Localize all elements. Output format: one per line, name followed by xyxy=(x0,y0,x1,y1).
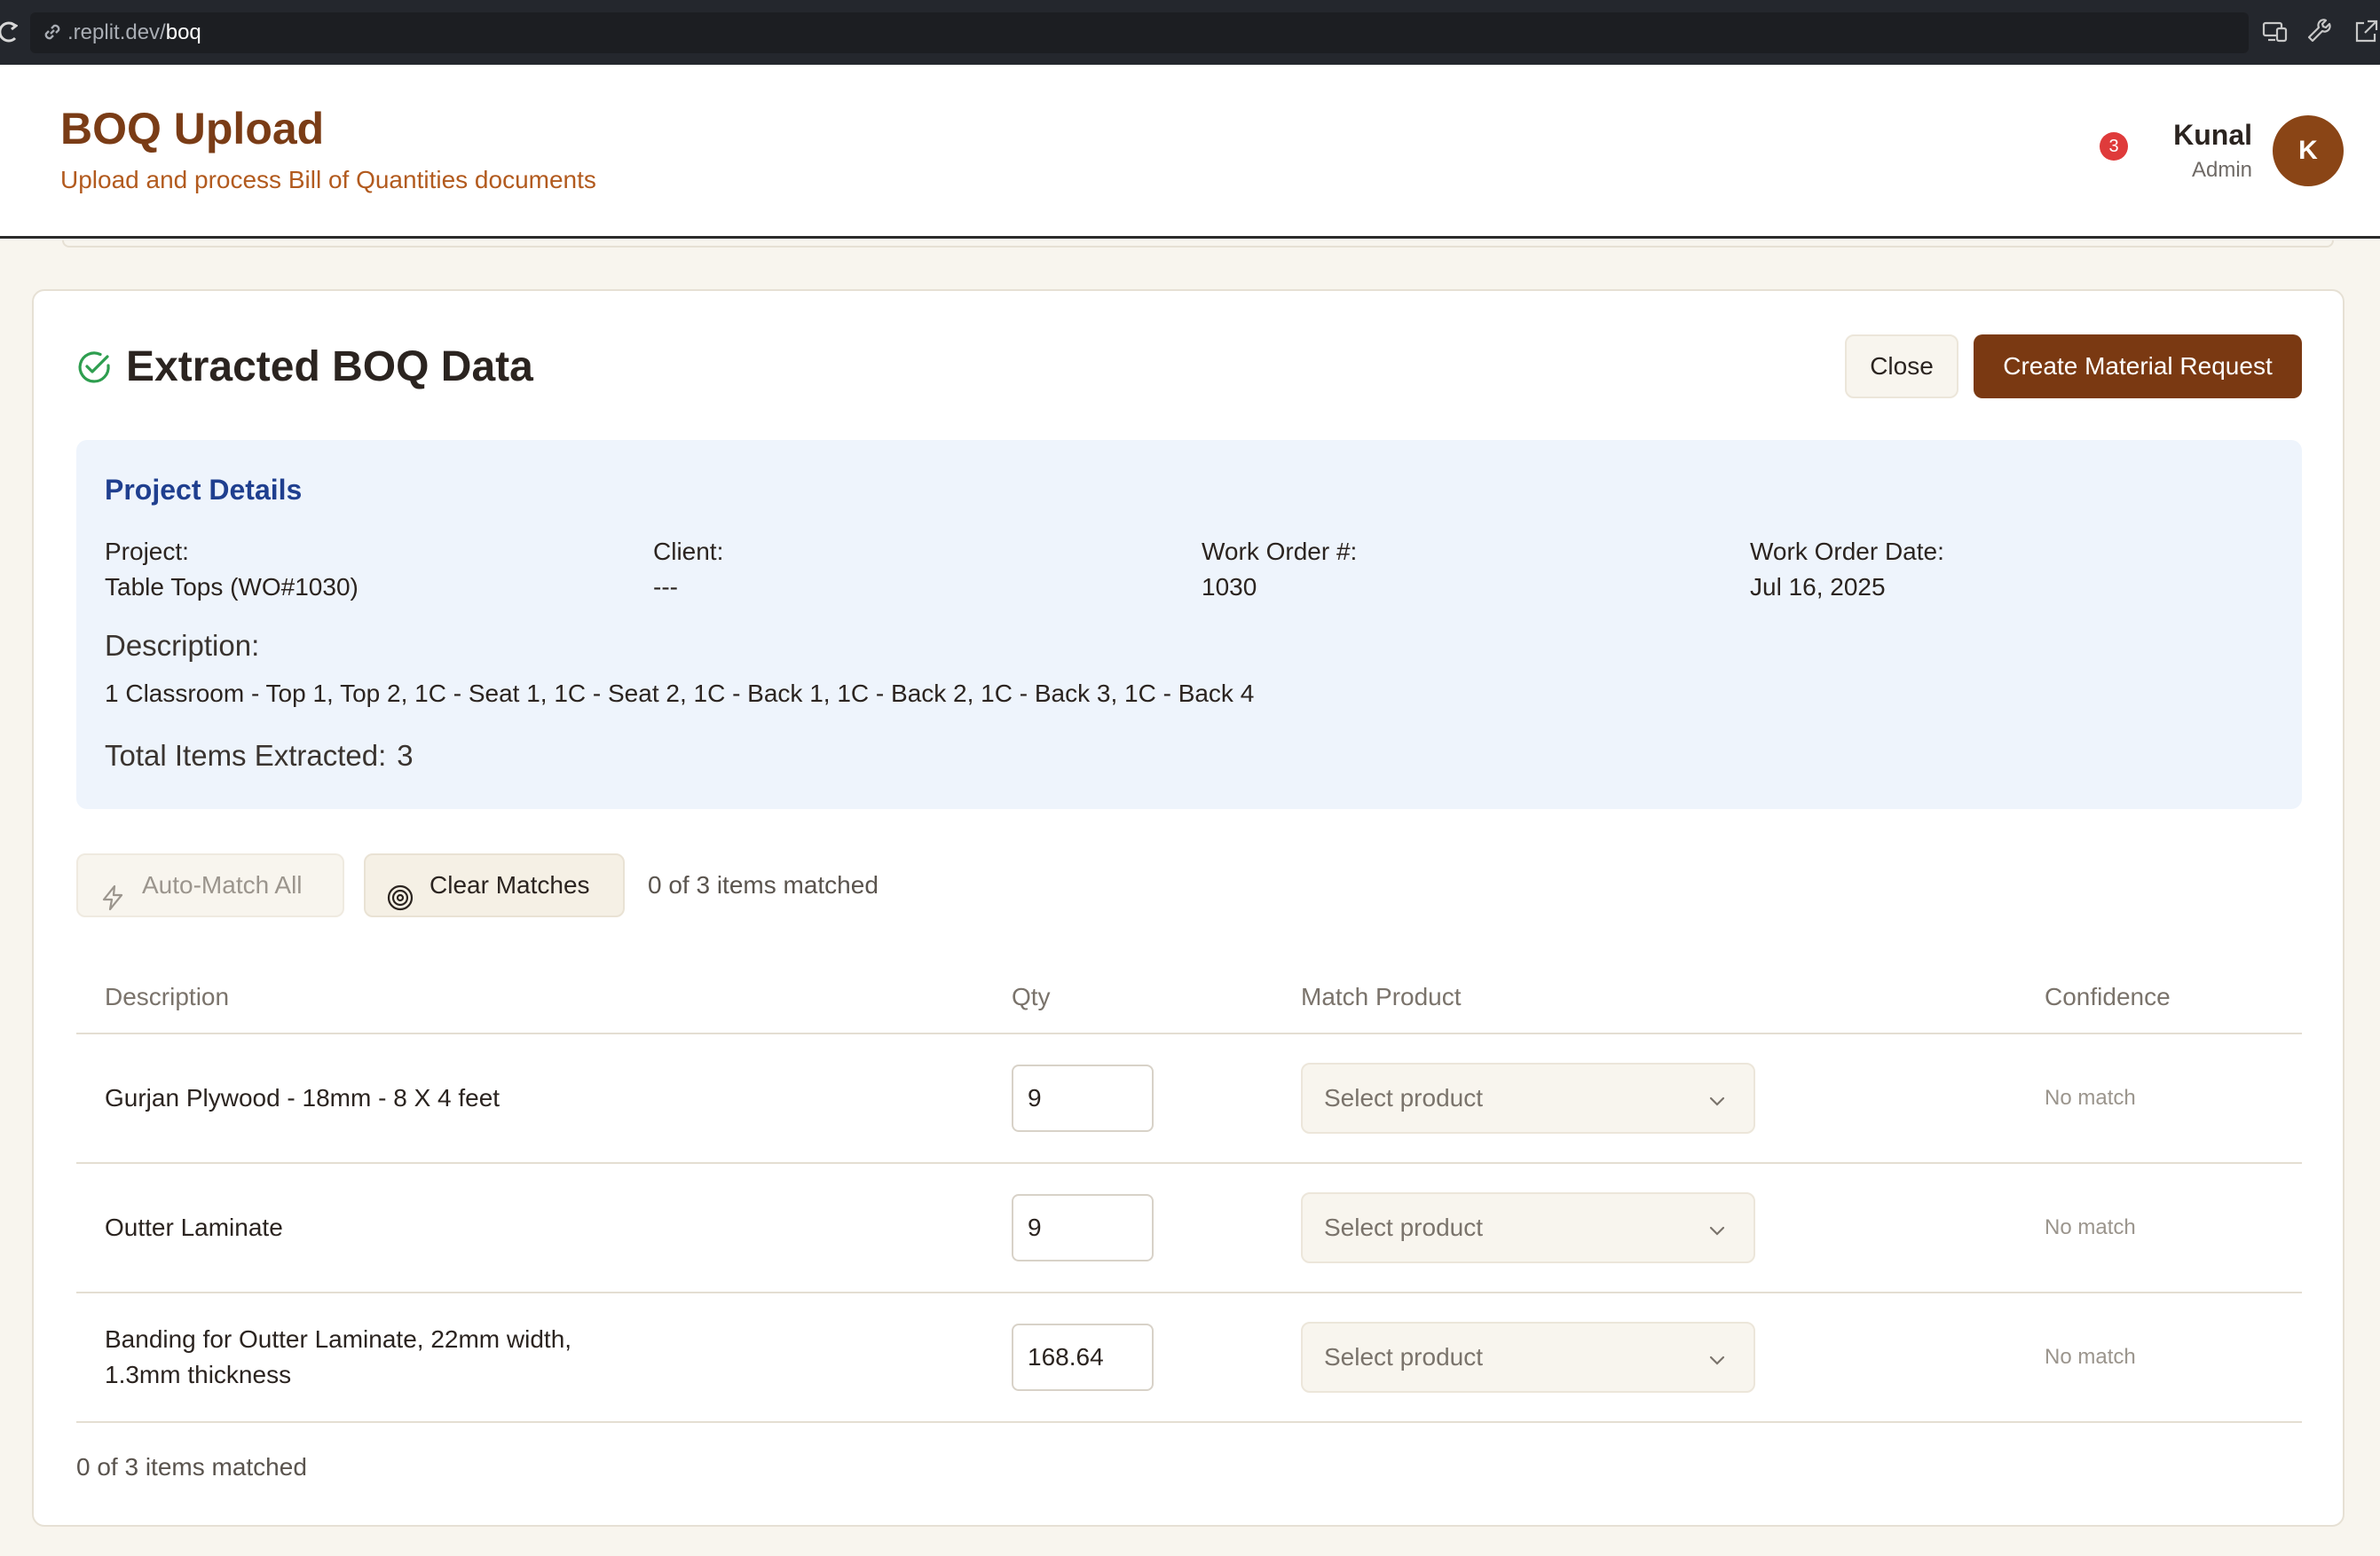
chevron-down-icon xyxy=(1707,1350,1727,1370)
work-order-number-field: Work Order #: 1030 xyxy=(1202,534,1357,605)
project-details-panel: Project Details Project: Table Tops (WO#… xyxy=(76,440,2302,809)
project-field: Project: Table Tops (WO#1030) xyxy=(105,534,359,605)
lightning-icon xyxy=(99,873,126,911)
create-material-request-button[interactable]: Create Material Request xyxy=(1974,334,2302,398)
field-value: 1030 xyxy=(1202,573,1257,601)
reload-icon[interactable] xyxy=(0,16,20,48)
total-items-value: 3 xyxy=(397,739,414,772)
auto-match-all-button[interactable]: Auto-Match All xyxy=(76,853,344,917)
work-order-date-field: Work Order Date: Jul 16, 2025 xyxy=(1750,534,1944,605)
row-description: Banding for Outter Laminate, 22mm width,… xyxy=(105,1325,572,1388)
select-placeholder: Select product xyxy=(1324,1214,1483,1241)
match-status: 0 of 3 items matched xyxy=(648,871,879,899)
column-header-description: Description xyxy=(105,983,230,1010)
product-select[interactable]: Select product xyxy=(1301,1192,1755,1263)
column-header-qty: Qty xyxy=(1012,983,1051,1010)
link-icon xyxy=(41,20,64,43)
external-link-icon[interactable] xyxy=(2352,18,2380,46)
column-header-confidence: Confidence xyxy=(2045,983,2171,1010)
select-placeholder: Select product xyxy=(1324,1343,1483,1371)
url-text: .replit.dev/boq xyxy=(67,20,201,44)
qty-input[interactable] xyxy=(1012,1065,1154,1132)
total-items-label: Total Items Extracted: xyxy=(105,739,387,772)
chevron-down-icon xyxy=(1707,1091,1727,1111)
field-label: Work Order Date: xyxy=(1750,538,1944,565)
check-circle-icon xyxy=(76,350,112,385)
total-items-row: Total Items Extracted: 3 xyxy=(105,736,414,775)
confidence-value: No match xyxy=(2045,1345,2136,1369)
field-label: Work Order #: xyxy=(1202,538,1358,565)
app-header: BOQ Upload Upload and process Bill of Qu… xyxy=(0,65,2380,239)
avatar[interactable]: K xyxy=(2273,115,2344,186)
field-value: Jul 16, 2025 xyxy=(1750,573,1886,601)
qty-input[interactable] xyxy=(1012,1324,1154,1391)
devices-icon[interactable] xyxy=(2261,18,2289,46)
url-field[interactable]: .replit.dev/boq xyxy=(30,12,2249,53)
product-select[interactable]: Select product xyxy=(1301,1063,1755,1134)
field-label: Client: xyxy=(653,538,724,565)
field-value: --- xyxy=(653,573,678,601)
qty-input[interactable] xyxy=(1012,1194,1154,1261)
clear-matches-label: Clear Matches xyxy=(430,871,590,899)
browser-url-bar: .replit.dev/boq xyxy=(0,0,2380,65)
footer-match-status: 0 of 3 items matched xyxy=(76,1453,307,1481)
confidence-value: No match xyxy=(2045,1215,2136,1239)
field-label: Project: xyxy=(105,538,189,565)
table-row: Gurjan Plywood - 18mm - 8 X 4 feet Selec… xyxy=(76,1034,2302,1164)
client-field: Client: --- xyxy=(653,534,723,605)
table-row: Banding for Outter Laminate, 22mm width,… xyxy=(76,1293,2302,1423)
page-title: BOQ Upload xyxy=(60,104,325,153)
product-select[interactable]: Select product xyxy=(1301,1322,1755,1393)
auto-match-all-label: Auto-Match All xyxy=(142,871,303,899)
field-value: Table Tops (WO#1030) xyxy=(105,573,359,601)
table-header: Description Qty Match Product Confidence xyxy=(76,962,2302,1034)
user-name: Kunal xyxy=(2173,119,2252,151)
description-value: 1 Classroom - Top 1, Top 2, 1C - Seat 1,… xyxy=(105,680,1255,707)
wrench-icon[interactable] xyxy=(2307,18,2336,46)
notification-badge[interactable]: 3 xyxy=(2100,132,2128,161)
target-icon xyxy=(387,873,414,911)
user-role: Admin xyxy=(2191,158,2252,182)
row-description: Outter Laminate xyxy=(105,1214,283,1241)
table-row: Outter Laminate Select product No match xyxy=(76,1164,2302,1293)
column-header-match-product: Match Product xyxy=(1301,983,1462,1010)
close-button[interactable]: Close xyxy=(1845,334,1958,398)
confidence-value: No match xyxy=(2045,1086,2136,1110)
clear-matches-button[interactable]: Clear Matches xyxy=(364,853,625,917)
previous-card-edge xyxy=(62,240,2334,248)
chevron-down-icon xyxy=(1707,1221,1727,1240)
page-subtitle: Upload and process Bill of Quantities do… xyxy=(60,166,596,193)
select-placeholder: Select product xyxy=(1324,1084,1483,1112)
card-title: Extracted BOQ Data xyxy=(126,343,533,390)
description-label: Description: xyxy=(105,629,260,662)
extracted-boq-card: Extracted BOQ Data Close Create Material… xyxy=(32,289,2345,1527)
project-details-heading: Project Details xyxy=(105,474,303,506)
row-description: Gurjan Plywood - 18mm - 8 X 4 feet xyxy=(105,1084,500,1112)
